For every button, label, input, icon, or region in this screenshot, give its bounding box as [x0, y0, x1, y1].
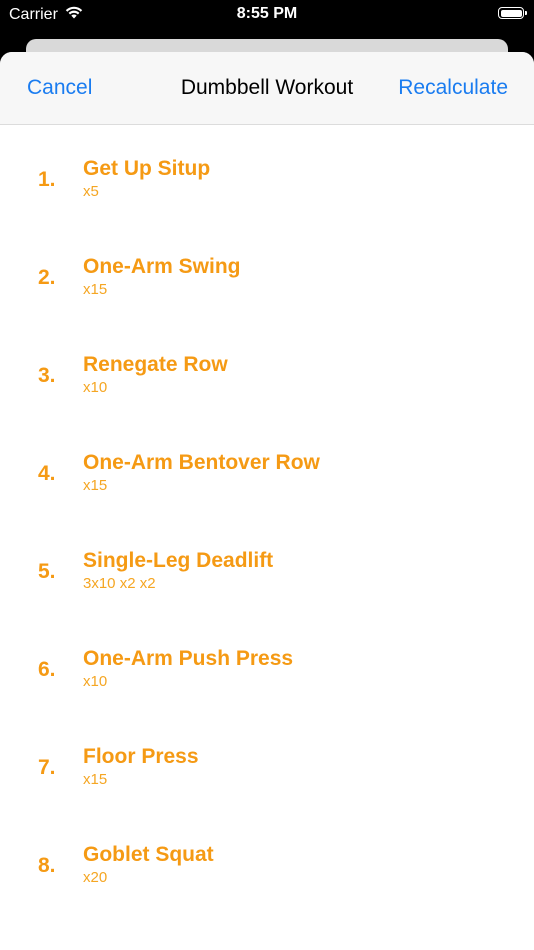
navigation-bar: Cancel Dumbbell Workout Recalculate — [0, 52, 534, 125]
exercise-reps: x10 — [83, 673, 108, 690]
exercise-name: One-Arm Bentover Row — [83, 451, 320, 474]
list-item[interactable]: 1. Get Up Situp x5 — [0, 125, 534, 223]
exercise-reps: x10 — [83, 379, 108, 396]
exercise-number: 8. — [38, 854, 56, 877]
exercise-name: One-Arm Swing — [83, 255, 241, 278]
exercise-number: 2. — [38, 266, 56, 289]
exercise-number: 7. — [38, 756, 56, 779]
exercise-reps: x5 — [83, 183, 99, 200]
status-time: 8:55 PM — [236, 5, 298, 22]
list-item[interactable]: 5. Single-Leg Deadlift 3x10 x2 x2 — [0, 517, 534, 615]
exercise-name: Single-Leg Deadlift — [83, 549, 274, 572]
list-item[interactable]: 3. Renegate Row x10 — [0, 321, 534, 419]
status-bar: Carrier 8:55 PM — [0, 0, 534, 30]
exercise-name: Goblet Squat — [83, 843, 214, 866]
exercise-number: 5. — [38, 560, 56, 583]
exercise-number: 1. — [38, 168, 56, 191]
exercise-reps: 3x10 x2 x2 — [83, 575, 156, 592]
list-item[interactable]: 4. One-Arm Bentover Row x15 — [0, 419, 534, 517]
list-item[interactable]: 7. Floor Press x15 — [0, 713, 534, 811]
battery-icon — [498, 7, 527, 19]
exercise-name: One-Arm Push Press — [83, 647, 294, 670]
exercise-number: 4. — [38, 462, 56, 485]
recalculate-button[interactable]: Recalculate — [398, 76, 508, 100]
modal-sheet: Cancel Dumbbell Workout Recalculate 1. G… — [0, 52, 534, 950]
exercise-name: Get Up Situp — [83, 157, 211, 180]
exercise-name: Renegate Row — [83, 353, 228, 376]
list-item[interactable]: 8. Goblet Squat x20 — [0, 811, 534, 909]
exercise-list: 1. Get Up Situp x5 2. One-Arm Swing x15 … — [0, 125, 534, 909]
exercise-reps: x20 — [83, 869, 108, 886]
list-item[interactable]: 6. One-Arm Push Press x10 — [0, 615, 534, 713]
exercise-number: 3. — [38, 364, 56, 387]
list-item[interactable]: 2. One-Arm Swing x15 — [0, 223, 534, 321]
exercise-reps: x15 — [83, 477, 108, 494]
exercise-number: 6. — [38, 658, 56, 681]
exercise-reps: x15 — [83, 771, 108, 788]
exercise-name: Floor Press — [83, 745, 199, 768]
exercise-reps: x15 — [83, 281, 108, 298]
status-right — [498, 7, 527, 19]
